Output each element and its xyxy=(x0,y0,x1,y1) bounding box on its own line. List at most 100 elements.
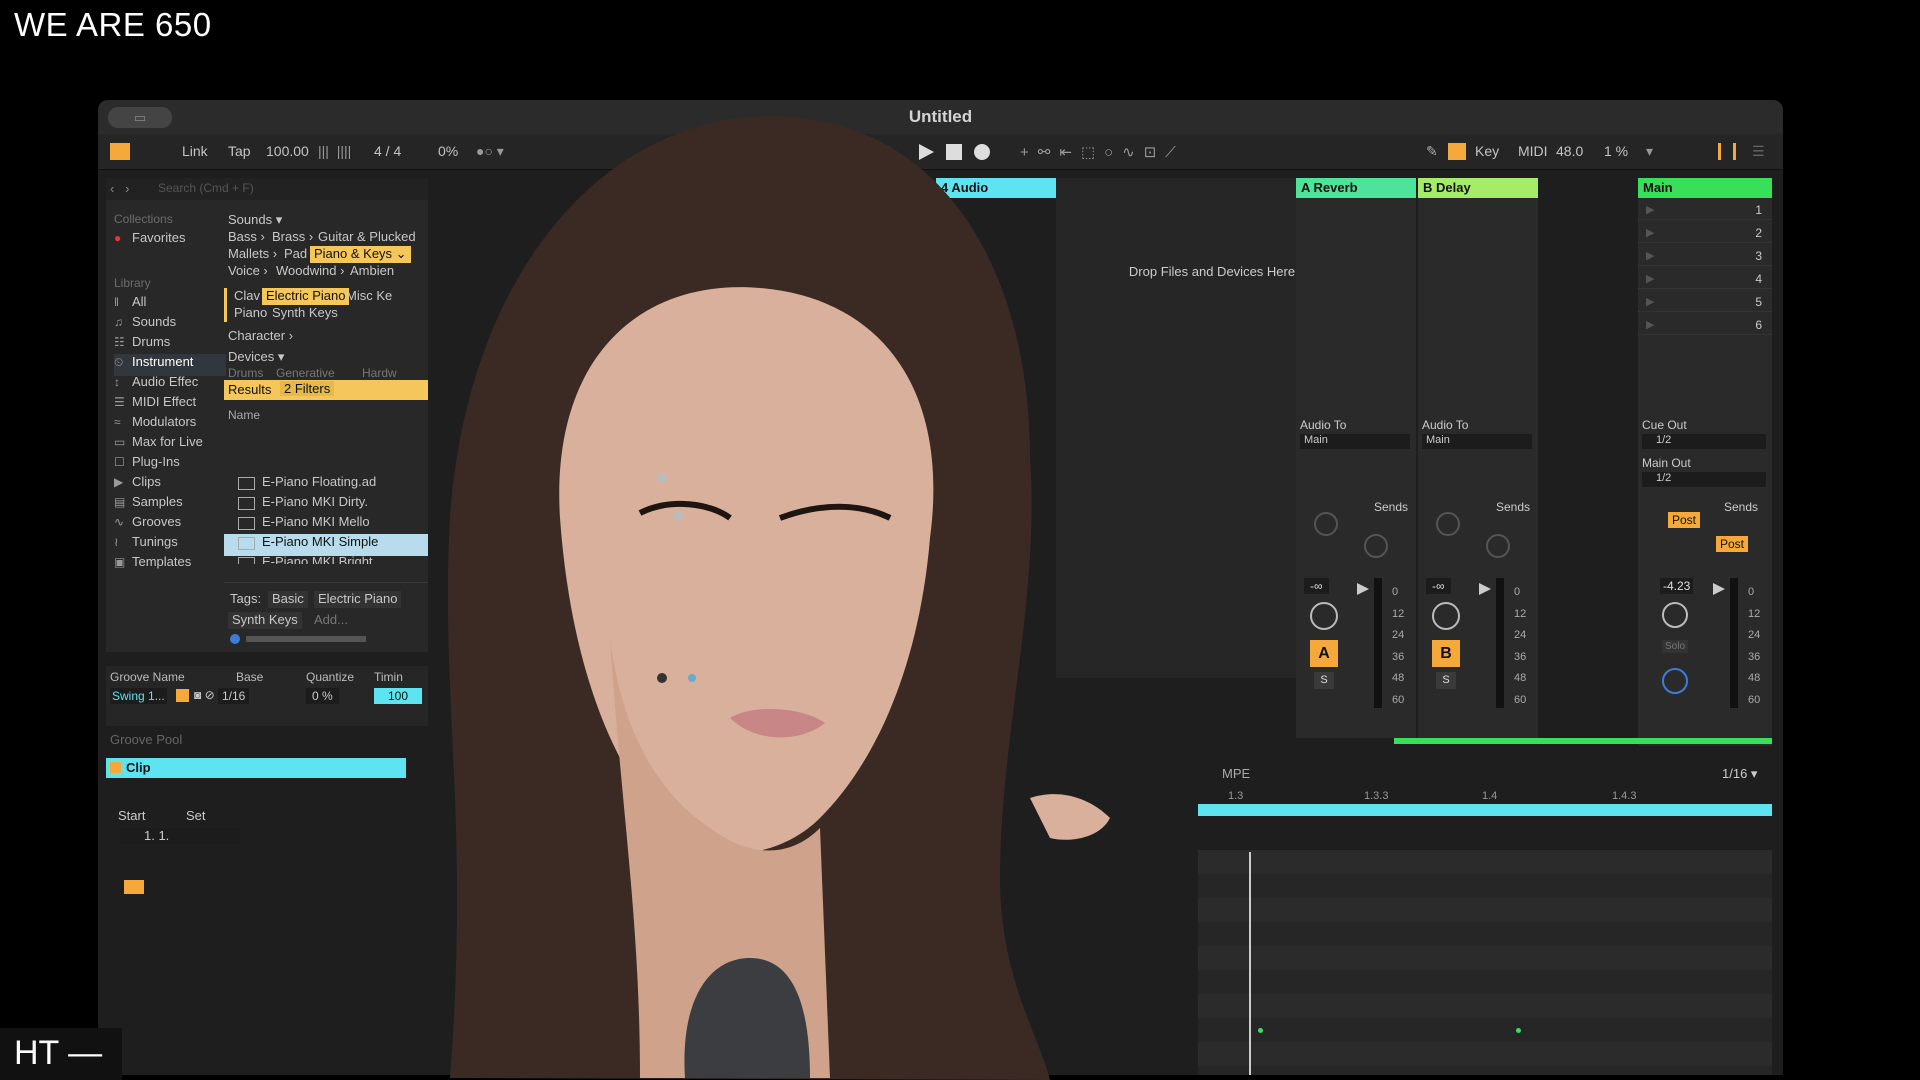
groove-pool-label[interactable]: Groove Pool xyxy=(110,732,182,747)
groove-extract-icon[interactable]: ◙ ⊘ xyxy=(194,688,215,702)
send-a-knob[interactable] xyxy=(1436,512,1460,536)
return-activator-button[interactable]: A xyxy=(1310,640,1338,667)
cpu-dropdown-icon[interactable]: ▾ xyxy=(1646,143,1653,160)
category-chip[interactable]: Piano xyxy=(230,305,271,322)
fader-arrow-icon[interactable] xyxy=(1478,582,1492,601)
scene-launch-row[interactable]: ▶ 1 xyxy=(1638,200,1772,220)
add-tag[interactable]: Add... xyxy=(310,612,352,629)
midi-map-button[interactable]: MIDI xyxy=(1518,143,1548,159)
clip-header[interactable]: Clip xyxy=(106,758,406,778)
arrangement-view-icon[interactable]: ☰ xyxy=(1752,143,1765,160)
return-activator-button[interactable]: B xyxy=(1432,640,1460,667)
main-post-button-2[interactable]: Post xyxy=(1716,536,1749,552)
key-map-icon[interactable] xyxy=(1448,143,1466,160)
clip-loop-brace[interactable] xyxy=(1198,804,1772,816)
return-solo-button[interactable]: S xyxy=(1314,672,1334,689)
scene-launch-row[interactable]: ▶ 3 xyxy=(1638,246,1772,266)
session-view-icon[interactable] xyxy=(1718,143,1736,160)
library-item[interactable]: ☷ Drums xyxy=(114,334,226,356)
main-pan-knob[interactable] xyxy=(1662,602,1688,628)
category-chip[interactable]: Woodwind › xyxy=(272,263,348,280)
result-row[interactable]: E-Piano MKI Bright xyxy=(224,554,428,564)
main-out-select[interactable]: 1/2 xyxy=(1642,472,1766,487)
scene-play-icon[interactable]: ▶ xyxy=(1646,226,1654,239)
time-signature-field[interactable]: 4 / 4 xyxy=(374,143,401,159)
tag-basic[interactable]: Basic xyxy=(268,591,308,608)
tag-synth-keys[interactable]: Synth Keys xyxy=(228,612,302,629)
return-volume-readout[interactable]: -∞ xyxy=(1426,578,1451,594)
library-item[interactable]: ⏲ Instrument xyxy=(114,354,226,376)
link-button[interactable]: Link xyxy=(182,143,208,159)
main-track-header[interactable]: Main xyxy=(1638,178,1772,198)
main-volume-readout[interactable]: -4.23 xyxy=(1660,578,1694,594)
library-item[interactable]: ≀ Tunings xyxy=(114,534,226,556)
category-chip[interactable]: Piano & Keys ⌄ xyxy=(310,246,411,263)
scene-play-icon[interactable]: ▶ xyxy=(1646,295,1654,308)
category-chip[interactable]: Mallets › xyxy=(224,246,281,263)
scene-launch-row[interactable]: ▶ 6 xyxy=(1638,315,1772,335)
return-solo-button[interactable]: S xyxy=(1436,672,1456,689)
preview-icon[interactable] xyxy=(230,634,240,644)
tempo-field[interactable]: 100.00 xyxy=(266,143,309,159)
category-chip[interactable]: Bass › xyxy=(224,229,269,246)
scene-play-icon[interactable]: ▶ xyxy=(1646,249,1654,262)
category-chip[interactable]: Ambien xyxy=(346,263,398,280)
library-item[interactable]: ▤ Samples xyxy=(114,494,226,516)
groove-hot-swap-icon[interactable] xyxy=(176,689,189,702)
library-item[interactable]: ↕ Audio Effec xyxy=(114,374,226,396)
groove-base-select[interactable]: 1/16 xyxy=(218,688,250,704)
library-item[interactable]: ▶ Clips xyxy=(114,474,226,496)
send-a-knob[interactable] xyxy=(1314,512,1338,536)
back-icon[interactable]: ‹ › xyxy=(110,181,130,196)
window-sidebar-toggle[interactable]: ▭ xyxy=(108,107,172,128)
clip-activator-icon[interactable] xyxy=(110,762,121,773)
devices-header[interactable]: Devices ▾ xyxy=(224,349,288,366)
scene-launch-row[interactable]: ▶ 4 xyxy=(1638,269,1772,289)
groove-name-field[interactable]: Swing 1... xyxy=(110,688,167,704)
scene-launch-row[interactable]: ▶ 2 xyxy=(1638,223,1772,243)
clip-loop-icon[interactable] xyxy=(124,880,144,894)
draw-mode-icon[interactable]: ✎ xyxy=(1426,143,1438,160)
cue-volume-knob[interactable] xyxy=(1662,668,1688,694)
grid-select[interactable]: 1/16 ▾ xyxy=(1722,766,1757,782)
scene-launch-row[interactable]: ▶ 5 xyxy=(1638,292,1772,312)
library-item[interactable]: ▣ Templates xyxy=(114,554,226,576)
search-input[interactable]: Search (Cmd + F) xyxy=(106,178,428,200)
result-row[interactable]: E-Piano MKI Mello xyxy=(224,514,428,536)
scene-play-icon[interactable]: ▶ xyxy=(1646,203,1654,216)
character-header[interactable]: Character › xyxy=(224,328,297,345)
library-item[interactable]: ♫ Sounds xyxy=(114,314,226,336)
category-chip[interactable]: Clav xyxy=(230,288,264,305)
velocity-marker[interactable] xyxy=(1516,1028,1521,1033)
groove-quantize-field[interactable]: 0 % xyxy=(306,688,339,704)
library-item[interactable]: ▭ Max for Live xyxy=(114,434,226,456)
category-chip[interactable]: Pad xyxy=(280,246,311,263)
library-item[interactable]: ≈ Modulators xyxy=(114,414,226,436)
name-column-header[interactable]: Name xyxy=(224,408,264,425)
return-track-header[interactable]: B Delay xyxy=(1418,178,1538,198)
send-b-knob[interactable] xyxy=(1486,534,1510,558)
audio-to-select[interactable]: Main xyxy=(1300,434,1410,449)
mpe-tab[interactable]: MPE xyxy=(1222,766,1250,781)
library-item[interactable]: ∿ Grooves xyxy=(114,514,226,536)
audio-to-select[interactable]: Main xyxy=(1422,434,1532,449)
library-item[interactable]: ‖ All xyxy=(114,294,226,316)
category-chip[interactable]: Electric Piano xyxy=(262,288,350,305)
clip-start-field[interactable]: 1. 1. xyxy=(120,828,240,844)
scene-play-icon[interactable]: ▶ xyxy=(1646,318,1654,331)
clip-set-button[interactable]: Set xyxy=(186,808,206,823)
main-post-button-1[interactable]: Post xyxy=(1668,512,1701,528)
category-chip[interactable]: Brass › xyxy=(268,229,317,246)
tap-button[interactable]: Tap xyxy=(228,143,251,159)
library-item[interactable]: ☰ MIDI Effect xyxy=(114,394,226,416)
scene-play-icon[interactable]: ▶ xyxy=(1646,272,1654,285)
category-chip[interactable]: Guitar & Plucked xyxy=(314,229,420,246)
cue-out-select[interactable]: 1/2 xyxy=(1642,434,1766,449)
category-chip[interactable]: Synth Keys xyxy=(268,305,342,322)
filters-badge[interactable]: 2 Filters xyxy=(280,381,335,396)
return-volume-readout[interactable]: -∞ xyxy=(1304,578,1329,594)
midi-note-editor[interactable] xyxy=(1198,850,1772,1075)
return-track-header[interactable]: A Reverb xyxy=(1296,178,1416,198)
result-row[interactable]: E-Piano MKI Simple xyxy=(224,534,428,556)
tag-electric-piano[interactable]: Electric Piano xyxy=(314,591,402,608)
